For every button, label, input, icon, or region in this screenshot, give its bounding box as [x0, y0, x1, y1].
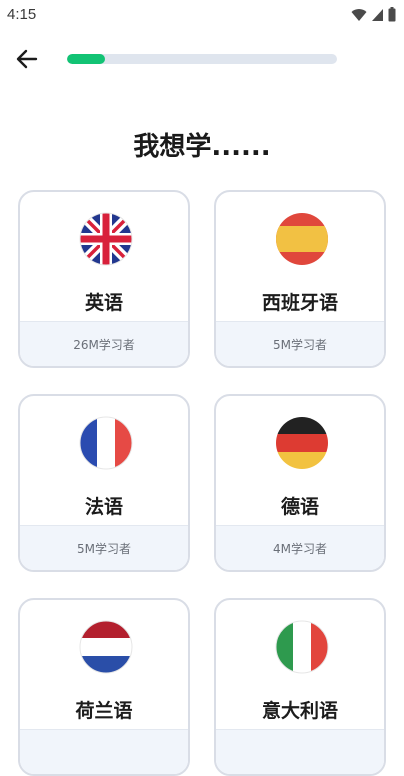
- language-grid: 英语 26M学习者 西班牙语 5M学习者 法语 5M学习者 德语 4M学习者 荷…: [18, 190, 386, 776]
- learner-count: 5M学习者: [20, 525, 188, 570]
- battery-icon: [388, 7, 396, 22]
- learner-count: [216, 729, 384, 774]
- wifi-icon: [351, 8, 367, 21]
- page-title: 我想学......: [133, 132, 271, 162]
- language-name: 英语: [84, 292, 123, 314]
- language-card-french[interactable]: 法语 5M学习者: [18, 394, 190, 572]
- italy-flag-icon: [275, 620, 329, 674]
- learner-count: 4M学习者: [216, 525, 384, 570]
- language-name: 西班牙语: [261, 292, 338, 314]
- status-icons: [351, 7, 396, 22]
- france-flag-icon: [79, 416, 133, 470]
- uk-flag-icon: [79, 212, 133, 266]
- germany-flag-icon: [276, 417, 328, 469]
- language-name: 荷兰语: [75, 700, 133, 722]
- language-card-dutch[interactable]: 荷兰语: [18, 598, 190, 776]
- status-time: 4:15: [7, 6, 37, 23]
- language-name: 法语: [84, 496, 123, 518]
- netherlands-flag-icon: [79, 620, 133, 674]
- arrow-left-icon: [16, 49, 38, 69]
- language-card-italian[interactable]: 意大利语: [214, 598, 386, 776]
- language-card-english[interactable]: 英语 26M学习者: [18, 190, 190, 368]
- language-name: 意大利语: [261, 700, 338, 722]
- back-button[interactable]: [12, 44, 42, 74]
- learner-count: 5M学习者: [216, 321, 384, 366]
- learner-count: 26M学习者: [20, 321, 188, 366]
- signal-icon: [372, 8, 383, 21]
- language-card-german[interactable]: 德语 4M学习者: [214, 394, 386, 572]
- language-card-spanish[interactable]: 西班牙语 5M学习者: [214, 190, 386, 368]
- language-name: 德语: [280, 496, 319, 518]
- progress-bar: [67, 54, 337, 64]
- spain-flag-icon: [276, 213, 328, 265]
- learner-count: [20, 729, 188, 774]
- progress-fill: [67, 54, 105, 64]
- status-bar: 4:15: [0, 0, 404, 32]
